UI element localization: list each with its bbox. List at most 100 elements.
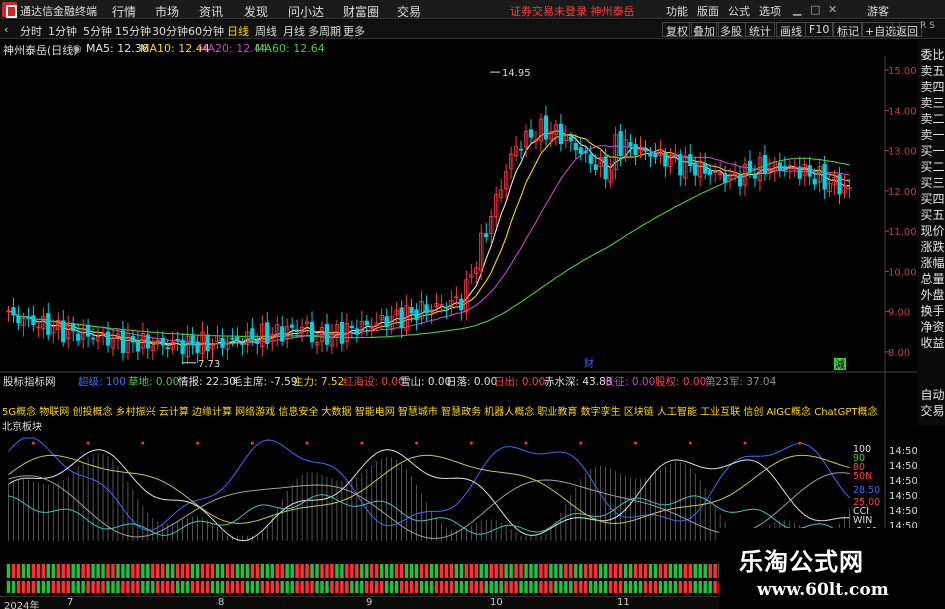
mark-button[interactable]: 标记 <box>833 22 863 38</box>
tab-30min[interactable]: 30分钟 <box>152 23 188 39</box>
sidebar-item[interactable]: 买五 <box>920 208 945 222</box>
signal-dot <box>743 441 747 445</box>
signal-bar <box>544 581 548 593</box>
signal-bar <box>235 564 240 578</box>
signal-bar <box>618 581 623 593</box>
tab-monthly[interactable]: 月线 <box>283 23 305 39</box>
ma60-label: MA60: 12.64 <box>255 42 325 55</box>
indicator-value: 股权: 0.00 <box>655 376 707 388</box>
kline-chart[interactable]: 14.957.73财減 100908050N28.5025.00CCIWIN-3… <box>0 56 917 596</box>
indicator-title[interactable]: 股标指标网 <box>3 374 56 389</box>
sidebar-item[interactable]: 卖二 <box>920 112 945 126</box>
sidebar-item[interactable]: 外盘 <box>920 288 945 302</box>
sidebar-item[interactable]: 买四 <box>920 192 945 206</box>
signal-bar <box>643 581 648 593</box>
f10-button[interactable]: F10 <box>805 22 834 37</box>
signal-bar <box>81 581 85 593</box>
menu-trade[interactable]: 交易 <box>397 3 421 20</box>
sidebar-item[interactable]: 买三 <box>920 176 945 190</box>
menu-formula[interactable]: 公式 <box>728 3 750 19</box>
signal-bar <box>265 581 270 593</box>
sidebar-item[interactable]: 现价 <box>920 224 945 238</box>
window-close-icon[interactable]: ✕ <box>828 3 837 16</box>
return-button[interactable]: 返回 <box>892 22 922 38</box>
restore-rights-button[interactable]: 复权 <box>662 22 692 38</box>
candle-body <box>812 178 817 185</box>
signal-bar <box>255 564 260 578</box>
signal-bar <box>469 581 474 593</box>
signal-bar <box>628 581 633 593</box>
signal-bar <box>76 581 80 593</box>
sidebar-item[interactable]: 总量 <box>920 272 945 286</box>
candle-body <box>205 334 210 352</box>
sidebar-item[interactable]: 卖四 <box>920 80 945 94</box>
candle-body <box>573 142 578 151</box>
menu-options[interactable]: 选项 <box>759 3 781 19</box>
sidebar-trade-item[interactable]: 交易 <box>920 404 945 418</box>
candle-body <box>31 315 36 326</box>
tab-intraday[interactable]: 分时 <box>20 23 42 39</box>
candle-body <box>578 147 583 155</box>
tab-60min[interactable]: 60分钟 <box>188 23 224 39</box>
candle-body <box>648 152 653 157</box>
candle-body <box>558 123 564 145</box>
sidebar-item[interactable]: 买二 <box>920 160 945 174</box>
signal-bar <box>708 564 712 578</box>
window-restore-icon[interactable]: □ <box>810 3 820 16</box>
menu-market[interactable]: 市场 <box>155 3 179 20</box>
sidebar-item[interactable]: 涨幅 <box>920 256 945 270</box>
signal-bar <box>111 581 115 593</box>
sidebar-item[interactable]: 买一 <box>920 144 945 158</box>
candle-body <box>349 325 355 329</box>
overlay-button[interactable]: 叠加 <box>689 22 719 38</box>
signal-bar <box>270 564 274 578</box>
tab-more[interactable]: 更多 <box>343 23 365 39</box>
sidebar-item[interactable]: 委比 <box>920 48 945 62</box>
login-notice[interactable]: 证券交易未登录 神州泰岳 <box>510 3 635 19</box>
signal-bar <box>285 581 289 593</box>
candle-body <box>324 324 330 345</box>
candle-body <box>663 152 668 167</box>
signal-bar <box>504 581 508 593</box>
signal-bar <box>185 564 190 578</box>
sidebar-item[interactable]: 卖一 <box>920 128 945 142</box>
menu-discover[interactable]: 发现 <box>244 3 268 20</box>
settings-icon[interactable]: ◉ <box>72 42 82 55</box>
signal-bar <box>225 564 230 578</box>
menu-function[interactable]: 功能 <box>666 3 688 19</box>
back-icon[interactable]: ‹ <box>4 23 8 36</box>
menu-layout[interactable]: 版面 <box>697 3 719 19</box>
sidebar-item[interactable]: 换手 <box>920 304 945 318</box>
tab-5min[interactable]: 5分钟 <box>83 23 112 39</box>
sidebar-trade-item[interactable]: 自动 <box>920 388 945 402</box>
candle-body <box>444 306 449 309</box>
signal-bar <box>131 581 135 593</box>
tab-daily[interactable]: 日线 <box>227 23 249 39</box>
signal-dot <box>250 441 254 445</box>
statistics-button[interactable]: 统计 <box>745 22 775 38</box>
signal-bar <box>698 581 702 593</box>
signal-bar <box>494 581 498 593</box>
indicator-value: 主力: 7.52 <box>293 376 345 388</box>
draw-line-button[interactable]: 画线 <box>776 22 806 38</box>
sidebar-item[interactable]: 涨跌 <box>920 240 945 254</box>
sidebar-item[interactable]: 卖三 <box>920 96 945 110</box>
signal-bar <box>310 564 314 578</box>
sidebar-item[interactable]: 卖五 <box>920 64 945 78</box>
menu-quotes[interactable]: 行情 <box>112 3 136 20</box>
tab-15min[interactable]: 15分钟 <box>115 23 151 39</box>
menu-fortune[interactable]: 财富圈 <box>343 3 379 20</box>
signal-bar <box>290 564 294 578</box>
tab-1min[interactable]: 1分钟 <box>48 23 77 39</box>
menu-ask[interactable]: 问小达 <box>288 3 324 20</box>
sidebar-item[interactable]: 收益 <box>920 336 945 350</box>
candlestick-panel[interactable]: 14.95 7.73 财 減 <box>6 68 852 371</box>
menu-guest[interactable]: 游客 <box>867 3 889 19</box>
tab-weekly[interactable]: 周线 <box>255 23 277 39</box>
sidebar-item[interactable]: 净资 <box>920 320 945 334</box>
tab-multi-period[interactable]: 多周期 <box>308 23 341 39</box>
window-minimize-icon[interactable]: ▁ <box>793 3 801 16</box>
menu-news[interactable]: 资讯 <box>199 3 223 20</box>
time-tick-label: 14:50 <box>889 461 917 472</box>
multi-stock-button[interactable]: 多股 <box>716 22 746 38</box>
